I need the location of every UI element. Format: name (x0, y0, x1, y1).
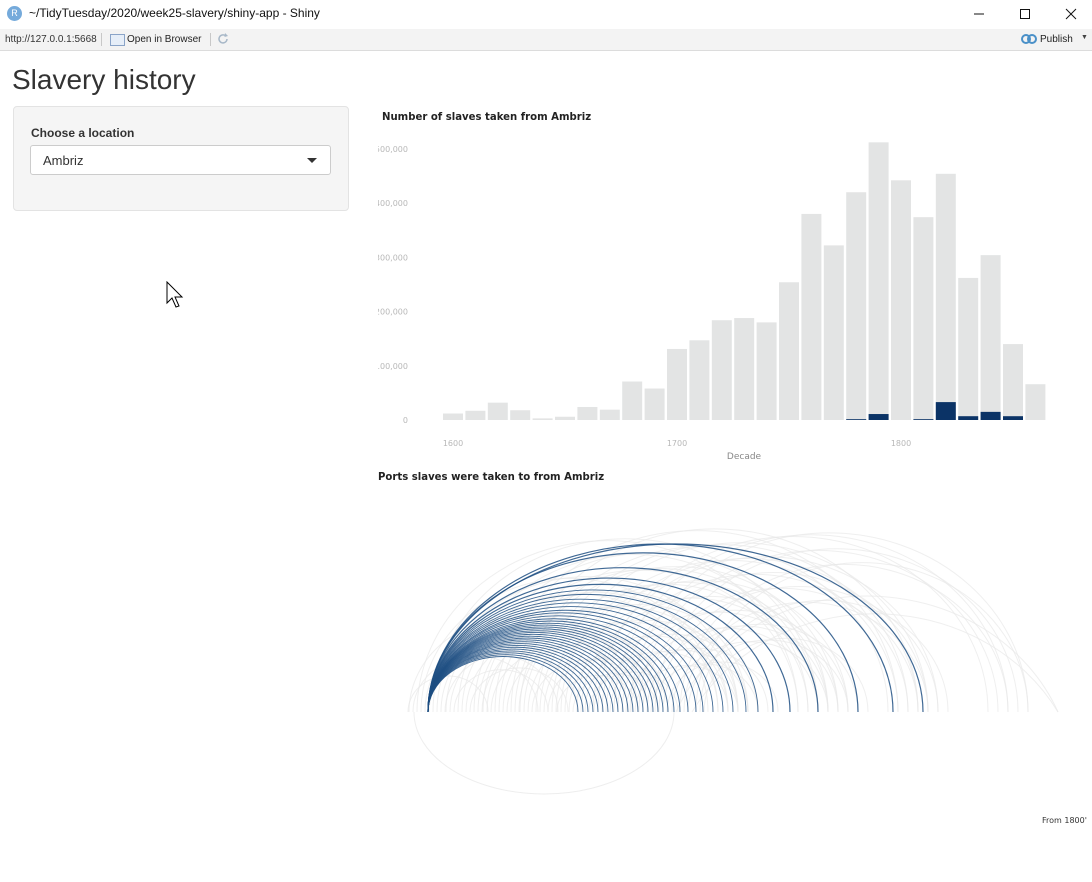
x-tick-label: 1800 (891, 439, 911, 448)
ports-arc-chart (407, 528, 1059, 795)
minimize-icon (974, 13, 984, 15)
caret-down-icon[interactable]: ▼ (1081, 34, 1088, 41)
arc-chart-caption: From 1800' (1042, 816, 1087, 825)
location-label: Choose a location (31, 126, 135, 140)
bar-all-locations (577, 406, 598, 420)
publish-icon (1021, 34, 1037, 44)
bar-all-locations (779, 282, 799, 420)
bar-selected-location (913, 419, 934, 420)
toolbar-divider (101, 33, 102, 46)
bar-all-locations (935, 173, 956, 420)
bar-selected-location (868, 414, 889, 420)
bar-all-locations (711, 320, 732, 420)
y-tick-label: 200,000 (378, 308, 408, 317)
bar-all-locations (510, 410, 531, 420)
bar-all-locations (644, 388, 665, 420)
publish-button[interactable]: Publish ▼ (1021, 32, 1089, 47)
open-browser-icon (110, 34, 125, 46)
bar-all-locations (823, 245, 844, 420)
background-arc (413, 711, 675, 795)
bar-all-locations (689, 340, 710, 420)
viewer-toolbar: http://127.0.0.1:5668 Open in Browser Pu… (0, 29, 1092, 51)
x-tick-label: 1600 (443, 439, 463, 448)
toolbar-divider (210, 33, 211, 46)
bar-all-locations (599, 409, 620, 420)
bar-all-locations (487, 402, 508, 420)
bar-selected-location (846, 419, 867, 420)
location-select[interactable]: Ambriz (30, 145, 331, 175)
bar-selected-location (1003, 416, 1023, 420)
y-tick-label: 100,000 (378, 362, 408, 371)
app-url: http://127.0.0.1:5668 (5, 34, 97, 45)
bar-selected-location (935, 402, 956, 420)
bar-all-locations (980, 255, 1001, 420)
bar-selected-location (958, 416, 979, 420)
window-titlebar: R ~/TidyTuesday/2020/week25-slavery/shin… (0, 0, 1092, 29)
maximize-button[interactable] (1002, 0, 1048, 29)
open-in-browser-label: Open in Browser (127, 34, 202, 45)
bar-chart-title: Number of slaves taken from Ambriz (382, 110, 592, 123)
bar-all-locations (846, 192, 867, 420)
mouse-cursor-icon (166, 281, 184, 308)
bar-all-locations (1003, 344, 1023, 420)
bar-all-locations (555, 416, 575, 420)
y-tick-label: 300,000 (378, 253, 408, 262)
bar-all-locations (801, 213, 822, 420)
r-app-icon: R (7, 6, 22, 21)
window-title: ~/TidyTuesday/2020/week25-slavery/shiny-… (29, 6, 320, 20)
y-tick-label: 500,000 (378, 145, 408, 154)
close-button[interactable] (1048, 0, 1092, 29)
bar-all-locations (958, 277, 979, 420)
bar-all-locations (667, 348, 687, 420)
bar-all-locations (532, 418, 553, 420)
x-tick-label: 1700 (667, 439, 687, 448)
maximize-icon (1020, 9, 1030, 19)
bar-all-locations (756, 322, 777, 420)
bar-all-locations (622, 381, 643, 420)
refresh-icon[interactable] (216, 32, 230, 46)
x-axis-label: Decade (727, 452, 762, 462)
bar-all-locations (913, 217, 934, 420)
arc-chart-title: Ports slaves were taken to from Ambriz (378, 470, 605, 483)
y-tick-label: 0 (403, 416, 408, 425)
bar-all-locations (443, 413, 463, 420)
bar-all-locations (891, 180, 911, 420)
bar-selected-location (980, 411, 1001, 420)
bar-all-locations (868, 142, 889, 421)
publish-label: Publish (1040, 34, 1073, 45)
minimize-button[interactable] (956, 0, 1002, 29)
background-arc (547, 657, 669, 713)
chevron-down-icon (307, 158, 317, 163)
y-tick-label: 400,000 (378, 199, 408, 208)
slaves-by-decade-bar-chart: 0 100,000 200,000 300,000 400,000 500,000 1600… (378, 142, 1046, 462)
bar-all-locations (465, 410, 486, 420)
location-select-value: Ambriz (43, 153, 84, 168)
close-icon (1065, 8, 1077, 20)
bar-all-locations (1025, 384, 1046, 420)
sidebar-panel: Choose a location Ambriz (13, 106, 349, 211)
page-title: Slavery history (12, 64, 196, 95)
bar-all-locations (734, 318, 755, 420)
